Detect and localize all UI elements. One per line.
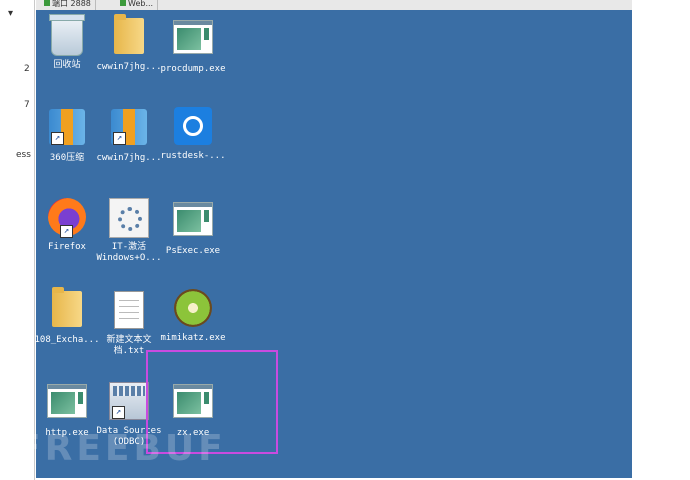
side-label: 2 bbox=[24, 64, 30, 74]
desktop-icon-cwwin7-folder[interactable]: cwwin7jhg... bbox=[96, 14, 162, 73]
folder-icon bbox=[114, 14, 144, 54]
watermark: FREEBUF bbox=[16, 428, 227, 469]
shortcut-arrow-icon: ↗ bbox=[60, 225, 73, 238]
icon-label: Firefox bbox=[48, 242, 86, 252]
zip-archive-icon: ↗ bbox=[111, 109, 147, 145]
desktop-icon-cwwin7-zip[interactable]: ↗ cwwin7jhg... bbox=[96, 107, 162, 164]
data-sources-icon: ↗ bbox=[109, 382, 149, 420]
text-document-icon bbox=[114, 291, 144, 329]
desktop-icon-108-exchange[interactable]: 108_Excha... bbox=[34, 287, 100, 346]
icon-label: procdump.exe bbox=[160, 64, 226, 74]
shortcut-arrow-icon: ↗ bbox=[51, 132, 64, 145]
zip-archive-icon: ↗ bbox=[49, 109, 85, 145]
folder-icon bbox=[52, 287, 82, 327]
session-tab-strip: 端口 2888 Web... bbox=[36, 0, 632, 10]
icon-label: cwwin7jhg... bbox=[96, 62, 162, 72]
tab-web[interactable]: Web... bbox=[116, 0, 159, 10]
icon-label: rustdesk-... bbox=[160, 151, 226, 161]
exe-icon bbox=[173, 202, 213, 236]
desktop-icon-rustdesk[interactable]: rustdesk-... bbox=[160, 107, 226, 162]
shortcut-arrow-icon: ↗ bbox=[112, 406, 125, 419]
side-label: ess bbox=[16, 150, 31, 160]
side-label: 7 bbox=[24, 100, 30, 110]
remote-desktop: 回收站 cwwin7jhg... procdump.exe ↗ 360压缩 ↗ … bbox=[34, 10, 632, 478]
exe-icon bbox=[173, 20, 213, 54]
icon-label: 108_Excha... bbox=[34, 335, 100, 345]
desktop-icon-it-activate[interactable]: IT-激活 Windows+O... bbox=[96, 198, 162, 264]
rustdesk-icon bbox=[174, 107, 212, 145]
desktop-icon-new-text-doc[interactable]: 新建文本文 档.txt bbox=[96, 289, 162, 357]
desktop-icon-firefox[interactable]: ↗ Firefox bbox=[34, 198, 100, 253]
kiwi-icon bbox=[174, 289, 212, 327]
dropdown-arrow-icon[interactable]: ▾ bbox=[8, 8, 13, 19]
session-icon bbox=[44, 0, 50, 6]
desktop-icon-360zip[interactable]: ↗ 360压缩 bbox=[34, 107, 100, 164]
desktop-icon-procdump[interactable]: procdump.exe bbox=[160, 16, 226, 75]
session-icon bbox=[120, 0, 126, 6]
icon-label: 360压缩 bbox=[49, 153, 85, 163]
icon-label: mimikatz.exe bbox=[160, 333, 226, 343]
tab-label: Web... bbox=[128, 0, 154, 8]
exe-icon bbox=[47, 384, 87, 418]
host-side-panel: ▾ 2 7 ess bbox=[0, 0, 36, 480]
gear-program-icon bbox=[109, 198, 149, 238]
desktop-icon-recycle-bin[interactable]: 回收站 bbox=[34, 14, 100, 71]
icon-label: IT-激活 Windows+O... bbox=[96, 242, 162, 263]
recycle-bin-icon bbox=[49, 14, 85, 56]
icon-label: cwwin7jhg... bbox=[96, 153, 162, 163]
tab-label: 端口 2888 bbox=[52, 0, 91, 8]
shortcut-arrow-icon: ↗ bbox=[113, 132, 126, 145]
icon-label: 回收站 bbox=[53, 60, 81, 70]
desktop-icon-mimikatz[interactable]: mimikatz.exe bbox=[160, 289, 226, 344]
icon-label: PsExec.exe bbox=[165, 246, 221, 256]
tab-port-2888[interactable]: 端口 2888 bbox=[40, 0, 96, 10]
desktop-icon-psexec[interactable]: PsExec.exe bbox=[160, 198, 226, 257]
